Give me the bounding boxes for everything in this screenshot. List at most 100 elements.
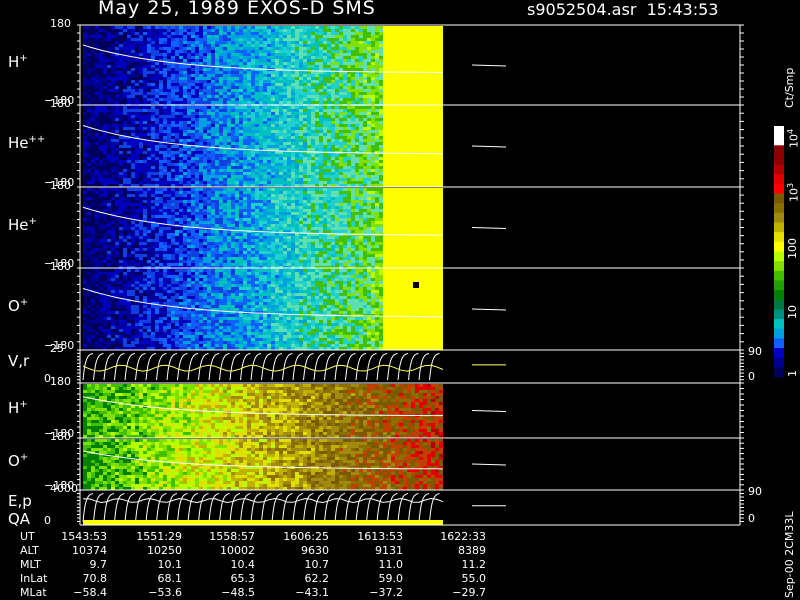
spectrogram-cell bbox=[319, 95, 323, 98]
spectrogram-cell bbox=[203, 62, 207, 65]
spectrogram-cell bbox=[163, 112, 167, 115]
spectrogram-cell bbox=[191, 175, 195, 178]
spectrogram-cell bbox=[171, 115, 175, 118]
spectrogram-cell bbox=[99, 157, 103, 160]
spectrogram-cell bbox=[143, 175, 147, 178]
spectrogram-cell bbox=[159, 121, 163, 124]
spectrogram-cell bbox=[167, 77, 171, 80]
spectrogram-cell bbox=[419, 77, 423, 80]
spectrogram-cell bbox=[395, 89, 399, 92]
spectrogram-cell bbox=[235, 166, 239, 169]
spectrogram-cell bbox=[91, 212, 95, 215]
spectrogram-cell bbox=[219, 160, 223, 163]
spectrogram-cell bbox=[143, 169, 147, 172]
spectrogram-cell bbox=[235, 136, 239, 139]
spectrogram-cell bbox=[211, 178, 215, 181]
spectrogram-cell bbox=[399, 121, 403, 124]
spectrogram-cell bbox=[271, 112, 275, 115]
spectrogram-cell bbox=[267, 86, 271, 89]
spectrogram-cell bbox=[147, 98, 151, 101]
spectrogram-cell bbox=[299, 148, 303, 151]
spectrogram-cell bbox=[135, 77, 139, 80]
spectrogram-cell bbox=[163, 145, 167, 148]
spectrogram-cell bbox=[439, 181, 443, 184]
spectrogram-cell bbox=[323, 160, 327, 163]
spectrogram-cell bbox=[199, 47, 203, 50]
spectrogram-cell bbox=[315, 118, 319, 121]
spectrogram-cell bbox=[187, 59, 191, 62]
spectrogram-cell bbox=[259, 139, 263, 142]
spectrogram-cell bbox=[295, 145, 299, 148]
spectrogram-cell bbox=[103, 133, 107, 136]
spectrogram-cell bbox=[391, 142, 395, 145]
spectrogram-cell bbox=[319, 136, 323, 139]
spectrogram-cell bbox=[187, 35, 191, 38]
spectrogram-cell bbox=[351, 157, 355, 160]
spectrogram-cell bbox=[259, 35, 263, 38]
spectrogram-cell bbox=[199, 175, 203, 178]
spectrogram-cell bbox=[215, 68, 219, 71]
spectrogram-cell bbox=[331, 106, 335, 109]
spectrogram-cell bbox=[207, 32, 211, 35]
spectrogram-cell bbox=[415, 44, 419, 47]
spectrogram-cell bbox=[83, 101, 87, 104]
spectrogram-cell bbox=[111, 109, 115, 112]
spectrogram-cell bbox=[139, 92, 143, 95]
spectrogram-cell bbox=[175, 157, 179, 160]
spectrogram-cell bbox=[155, 118, 159, 121]
spectrogram-cell bbox=[87, 166, 91, 169]
spectrogram-cell bbox=[215, 169, 219, 172]
spectrogram-cell bbox=[335, 35, 339, 38]
spectrogram-cell bbox=[375, 92, 379, 95]
spectrogram-cell bbox=[223, 35, 227, 38]
spectrogram-cell bbox=[351, 50, 355, 53]
spectrogram-cell bbox=[195, 133, 199, 136]
spectrogram-cell bbox=[163, 86, 167, 89]
spectrogram-cell bbox=[279, 112, 283, 115]
spectrogram-cell bbox=[423, 124, 427, 127]
spectrogram-cell bbox=[279, 26, 283, 29]
spectrogram-cell bbox=[347, 29, 351, 32]
spectrogram-cell bbox=[399, 142, 403, 145]
spectrogram-cell bbox=[359, 95, 363, 98]
spectrogram-cell bbox=[151, 115, 155, 118]
spectrogram-cell bbox=[291, 62, 295, 65]
spectrogram-cell bbox=[311, 106, 315, 109]
spectrogram-cell bbox=[103, 160, 107, 163]
spectrogram-cell bbox=[175, 109, 179, 112]
spectrogram-cell bbox=[287, 112, 291, 115]
spectrogram-cell bbox=[151, 130, 155, 133]
spectrogram-cell bbox=[91, 86, 95, 89]
spectrogram-cell bbox=[195, 86, 199, 89]
spectrogram-cell bbox=[203, 166, 207, 169]
spectrogram-cell bbox=[419, 50, 423, 53]
spectrogram-cell bbox=[99, 41, 103, 44]
spectrogram-cell bbox=[395, 56, 399, 59]
spectrogram-cell bbox=[115, 157, 119, 160]
spectrogram-cell bbox=[407, 163, 411, 166]
spectrogram-cell bbox=[363, 38, 367, 41]
spectrogram-cell bbox=[291, 154, 295, 157]
spectrogram-cell bbox=[243, 26, 247, 29]
spectrogram-cell bbox=[207, 133, 211, 136]
spectrogram-cell bbox=[155, 65, 159, 68]
spectrogram-cell bbox=[395, 139, 399, 142]
spectrogram-cell bbox=[195, 139, 199, 142]
spectrogram-cell bbox=[403, 121, 407, 124]
spectrogram-cell bbox=[183, 38, 187, 41]
spectrogram-cell bbox=[403, 175, 407, 178]
spectrogram-cell bbox=[147, 47, 151, 50]
spectrogram-cell bbox=[407, 148, 411, 151]
spectrogram-cell bbox=[351, 56, 355, 59]
spectrogram-cell bbox=[403, 53, 407, 56]
spectrogram-cell bbox=[319, 77, 323, 80]
spectrogram-cell bbox=[247, 35, 251, 38]
spectrogram-cell bbox=[243, 83, 247, 86]
spectrogram-cell bbox=[379, 101, 383, 104]
spectrogram-cell bbox=[123, 175, 127, 178]
spectrogram-cell bbox=[115, 112, 119, 115]
spectrogram-cell bbox=[255, 115, 259, 118]
spectrogram-cell bbox=[235, 89, 239, 92]
spectrogram-cell bbox=[171, 86, 175, 89]
spectrogram-cell bbox=[439, 106, 443, 109]
